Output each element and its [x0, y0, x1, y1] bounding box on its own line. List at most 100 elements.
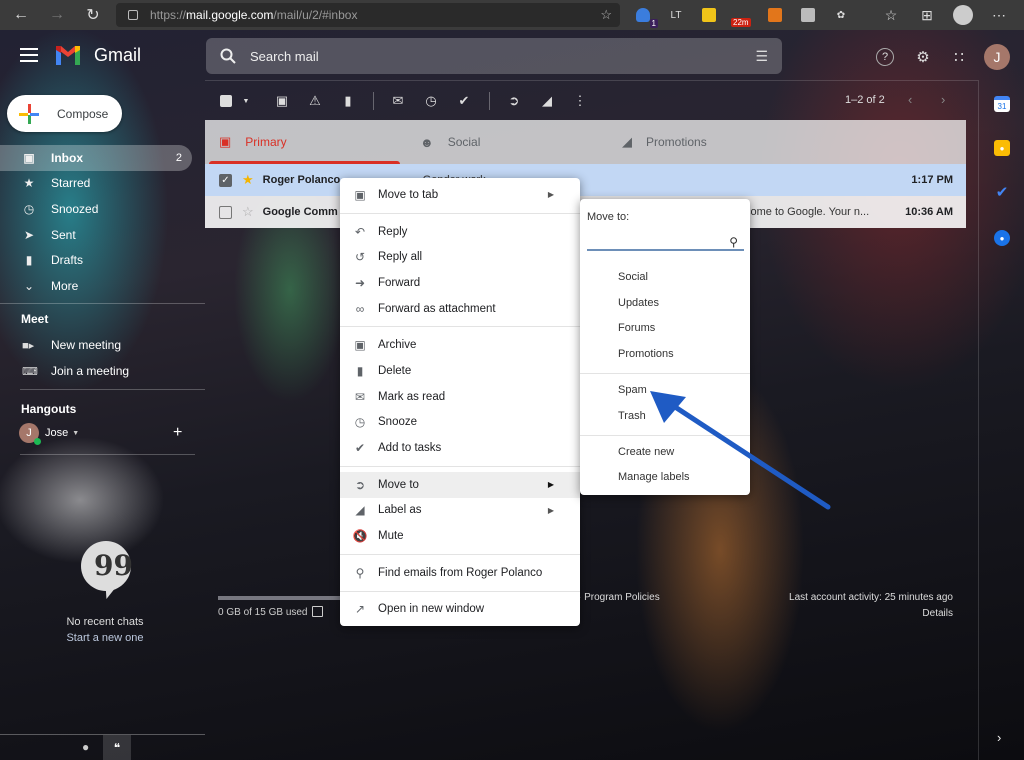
report-spam-icon[interactable]: ⚠ [307, 93, 323, 109]
archive-icon[interactable]: ▣ [274, 93, 290, 109]
google-keep-icon[interactable]: ● [994, 140, 1010, 156]
menu-item-reply[interactable]: ↶ Reply [340, 219, 580, 245]
forward-button[interactable]: → [46, 4, 68, 26]
menu-divider [340, 465, 580, 467]
menu-item-find-emails-from-sender[interactable]: ⚲ Find emails from Roger Polanco [340, 560, 580, 586]
settings-more-icon[interactable]: ⋯ [988, 4, 1010, 26]
new-conversation-plus-icon[interactable]: + [173, 424, 182, 442]
sidebar-item-starred[interactable]: ★ Starred [0, 171, 192, 197]
email-row[interactable]: ✓ ★ Roger Polanco Gender work 1:17 PM [205, 164, 966, 196]
sidebar-item-drafts[interactable]: ▮ Drafts [0, 247, 192, 273]
snooze-icon[interactable]: ◷ [423, 93, 439, 109]
menu-item-add-to-tasks[interactable]: ✔ Add to tasks [340, 435, 580, 461]
sidebar-item-inbox[interactable]: ▣ Inbox 2 [0, 145, 192, 171]
main-menu-icon[interactable] [20, 48, 38, 62]
tab-social[interactable]: ☻ Social [400, 120, 602, 164]
newer-page-button[interactable]: ‹ [908, 92, 912, 107]
forward-icon: ➜ [354, 275, 366, 290]
star-outline-icon[interactable]: ☆ [242, 204, 254, 220]
google-tasks-icon[interactable]: ✔ [994, 184, 1010, 201]
tab-primary[interactable]: ▣ Primary [205, 120, 400, 164]
menu-item-forward-as-attachment[interactable]: ∞ Forward as attachment [340, 296, 580, 322]
manage-storage-link-icon[interactable] [312, 606, 323, 617]
favorites-icon[interactable]: ☆ [880, 4, 902, 26]
menu-item-open-in-new-window[interactable]: ↗ Open in new window [340, 597, 580, 623]
sidebar-item-snoozed[interactable]: ◷ Snoozed [0, 196, 192, 222]
star-icon[interactable]: ★ [242, 172, 254, 188]
menu-item-archive[interactable]: ▣ Archive [340, 332, 580, 358]
move-to-icon[interactable]: ➲ [506, 93, 522, 109]
new-meeting-button[interactable]: ■▸ New meeting [22, 338, 121, 352]
extension-metamask-icon[interactable] [764, 4, 786, 26]
add-to-tasks-icon[interactable]: ✔ [456, 93, 472, 109]
menu-item-move-to[interactable]: ➲ Move to ▶ [340, 471, 580, 498]
activity-details-link[interactable]: Details [922, 608, 953, 619]
select-dropdown-icon[interactable]: ▼ [238, 93, 254, 109]
tab-promotions[interactable]: ◢ Promotions [602, 120, 802, 164]
extension-languagetool-icon[interactable]: LT [665, 4, 687, 26]
extension-blue-icon[interactable]: 1 [632, 4, 658, 28]
row-checkbox[interactable] [219, 205, 232, 219]
move-to-title: Move to: [587, 211, 630, 223]
menu-item-label-as[interactable]: ◢ Label as ▶ [340, 498, 580, 524]
hangouts-chat-icon[interactable]: ❝ [103, 735, 131, 760]
settings-gear-icon[interactable]: ⚙ [912, 46, 934, 68]
search-mail-input[interactable]: Search mail ☰ [206, 38, 782, 74]
contacts-person-icon[interactable]: ● [82, 740, 89, 754]
google-contacts-icon[interactable]: ● [994, 230, 1010, 246]
gmail-logo-icon [56, 46, 80, 65]
reload-button[interactable]: ↻ [82, 4, 104, 26]
address-bar[interactable]: https://mail.google.com/mail/u/2/#inbox … [116, 3, 620, 27]
menu-item-forward[interactable]: ➜ Forward [340, 270, 580, 296]
menu-item-mark-as-read[interactable]: ✉ Mark as read [340, 384, 580, 410]
compose-button[interactable]: Compose [7, 95, 122, 132]
move-to-updates[interactable]: Updates [618, 297, 659, 309]
favorite-star-icon[interactable]: ☆ [600, 7, 612, 23]
extension-yellow-icon[interactable] [698, 4, 720, 26]
show-side-panel-chevron-icon[interactable]: › [997, 730, 1001, 745]
help-icon[interactable]: ? [876, 48, 894, 66]
sidebar-item-sent[interactable]: ➤ Sent [0, 222, 192, 248]
back-button[interactable]: ← [10, 4, 32, 26]
mark-as-read-icon[interactable]: ✉ [390, 93, 406, 109]
mute-icon: 🔇 [352, 529, 368, 544]
more-options-icon[interactable]: ⋮ [572, 93, 588, 109]
meet-section-title: Meet [21, 312, 49, 326]
google-calendar-icon[interactable]: 31 [994, 96, 1010, 112]
last-activity-text: Last account activity: 25 minutes ago [789, 592, 953, 603]
older-page-button[interactable]: › [941, 92, 945, 107]
menu-item-move-to-tab[interactable]: ▣ Move to tab ▶ [340, 182, 580, 208]
join-meeting-button[interactable]: ⌨ Join a meeting [22, 364, 129, 378]
program-policies-link[interactable]: · Program Policies [578, 592, 660, 603]
delete-icon[interactable]: ▮ [340, 93, 356, 109]
search-options-icon[interactable]: ☰ [755, 48, 768, 65]
sidebar-item-label: Inbox [51, 150, 83, 165]
menu-item-snooze[interactable]: ◷ Snooze [340, 410, 580, 436]
move-to-forums[interactable]: Forums [618, 322, 655, 334]
account-avatar[interactable]: J [984, 44, 1010, 70]
collections-icon[interactable]: ⊞ [916, 4, 938, 26]
move-to-social[interactable]: Social [618, 271, 648, 283]
label-search-input[interactable]: ⚲ [587, 233, 744, 251]
video-camera-icon: ■▸ [22, 339, 35, 352]
extension-timer-icon[interactable]: 22m [731, 4, 753, 27]
menu-item-reply-all[interactable]: ↺ Reply all [340, 244, 580, 270]
extension-gray-icon[interactable] [797, 4, 819, 26]
label-icon[interactable]: ◢ [539, 93, 555, 109]
row-checkbox[interactable]: ✓ [219, 173, 232, 187]
draft-icon: ▮ [25, 253, 33, 268]
caret-down-icon: ▼ [72, 429, 80, 437]
sidebar-item-more[interactable]: ⌄ More [0, 273, 192, 299]
menu-item-delete[interactable]: ▮ Delete [340, 358, 580, 384]
google-apps-icon[interactable]: ∷ [948, 46, 970, 68]
profile-avatar[interactable] [952, 4, 974, 26]
tab-label: Primary [245, 135, 287, 149]
toolbar-divider [489, 92, 490, 110]
start-new-chat-link[interactable]: Start a new one [0, 632, 210, 644]
hangouts-user-menu[interactable]: J Jose ▼ [19, 423, 80, 445]
select-all-checkbox[interactable] [218, 93, 234, 109]
move-to-promotions[interactable]: Promotions [618, 348, 674, 360]
extensions-puzzle-icon[interactable]: ✿ [830, 4, 852, 26]
hangouts-bubble-icon: 99 [81, 541, 133, 591]
menu-item-mute[interactable]: 🔇 Mute [340, 523, 580, 549]
